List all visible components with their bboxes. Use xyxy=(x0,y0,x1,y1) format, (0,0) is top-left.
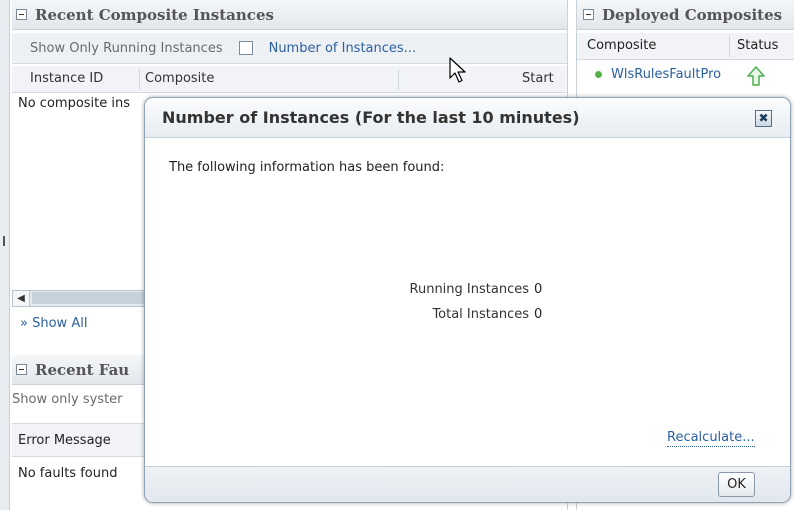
instances-table-header: Instance ID Composite Start xyxy=(12,66,567,93)
left-window-edge xyxy=(0,0,10,510)
composite-link[interactable]: WlsRulesFaultPro xyxy=(611,67,721,82)
column-composite[interactable]: Composite xyxy=(145,71,214,86)
deployed-composites-title: Deployed Composites xyxy=(602,5,783,24)
up-arrow-icon xyxy=(747,66,765,86)
stat-row: Total Instances 0 xyxy=(145,307,565,325)
show-running-checkbox[interactable] xyxy=(238,41,253,55)
collapse-icon[interactable] xyxy=(583,9,594,20)
ok-button[interactable]: OK xyxy=(718,472,755,497)
instances-empty-text: No composite ins xyxy=(18,96,131,111)
column-divider xyxy=(398,69,399,90)
stat-label: Total Instances xyxy=(432,307,529,322)
column-start[interactable]: Start xyxy=(522,71,554,86)
collapse-icon[interactable] xyxy=(16,9,27,20)
column-error-message[interactable]: Error Message xyxy=(18,433,111,448)
double-chevron-icon: » xyxy=(20,316,28,331)
recent-instances-header: Recent Composite Instances xyxy=(12,0,567,30)
number-of-instances-link[interactable]: Number of Instances... xyxy=(269,41,416,56)
faults-empty-text: No faults found xyxy=(18,466,118,481)
status-dot-icon xyxy=(595,71,602,78)
show-all-link[interactable]: » Show All xyxy=(20,316,87,331)
stat-label: Running Instances xyxy=(409,282,529,297)
table-row[interactable]: WlsRulesFaultPro xyxy=(577,62,794,90)
mouse-pointer-icon xyxy=(449,57,466,83)
column-divider xyxy=(729,36,730,57)
horizontal-scrollbar[interactable]: ◀ xyxy=(12,290,152,307)
recent-faults-title: Recent Fau xyxy=(35,360,130,379)
stat-value: 0 xyxy=(534,307,543,322)
number-of-instances-dialog: Number of Instances (For the last 10 min… xyxy=(144,97,791,503)
scroll-left-icon[interactable]: ◀ xyxy=(13,291,30,306)
close-icon[interactable]: ✖ xyxy=(755,110,772,127)
dialog-title: Number of Instances (For the last 10 min… xyxy=(162,108,580,127)
recent-instances-title: Recent Composite Instances xyxy=(35,5,274,24)
column-composite[interactable]: Composite xyxy=(587,38,656,53)
splitter-grip[interactable] xyxy=(3,236,5,246)
scrollbar-thumb[interactable] xyxy=(32,292,150,304)
dialog-header: Number of Instances (For the last 10 min… xyxy=(145,98,790,138)
dialog-footer: OK xyxy=(145,466,790,502)
deployed-composites-header: Deployed Composites xyxy=(577,0,794,30)
stat-row: Running Instances 0 xyxy=(145,282,565,300)
show-all-label: Show All xyxy=(32,316,88,331)
stat-value: 0 xyxy=(534,282,543,297)
column-instance-id[interactable]: Instance ID xyxy=(30,71,103,86)
collapse-icon[interactable] xyxy=(16,364,27,375)
recent-instances-toolbar: Show Only Running Instances Number of In… xyxy=(12,33,567,64)
dialog-message: The following information has been found… xyxy=(169,160,445,175)
show-running-label: Show Only Running Instances xyxy=(30,40,223,56)
show-only-system-filter[interactable]: Show only syster xyxy=(12,392,123,407)
deployed-table-header: Composite Status xyxy=(577,33,794,60)
column-status[interactable]: Status xyxy=(737,38,778,53)
column-divider xyxy=(139,69,140,90)
recalculate-link[interactable]: Recalculate... xyxy=(667,430,755,447)
